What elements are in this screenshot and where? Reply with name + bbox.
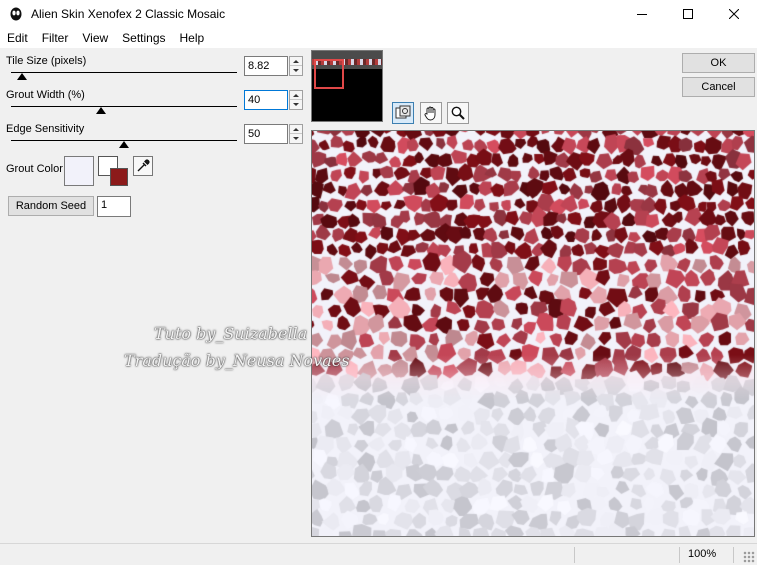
navigator-viewport-rect[interactable] — [314, 59, 344, 89]
cancel-button[interactable]: Cancel — [682, 77, 755, 97]
zoom-tool-button[interactable] — [447, 102, 469, 124]
ok-button[interactable]: OK — [682, 53, 755, 73]
random-seed-input[interactable]: 1 — [97, 196, 131, 217]
title-bar: Alien Skin Xenofex 2 Classic Mosaic — [0, 0, 757, 28]
magnifier-icon — [451, 106, 465, 120]
tile-size-spinner[interactable] — [289, 56, 303, 76]
random-seed-button[interactable]: Random Seed — [8, 196, 94, 216]
tile-size-label: Tile Size (pixels) — [6, 55, 87, 67]
tile-size-slider-track[interactable] — [11, 72, 237, 73]
menu-settings[interactable]: Settings — [115, 28, 172, 48]
edge-sensitivity-spinner[interactable] — [289, 124, 303, 144]
grout-width-slider-track[interactable] — [11, 106, 237, 107]
window-title: Alien Skin Xenofex 2 Classic Mosaic — [31, 7, 226, 21]
edge-sensitivity-label: Edge Sensitivity — [6, 123, 85, 135]
background-color-swatch[interactable] — [110, 168, 128, 186]
grout-width-input[interactable]: 40 — [244, 90, 288, 110]
watermark-credit-line: Tuto by_Suizabella — [154, 324, 308, 343]
status-bar: 100% — [0, 543, 757, 565]
minimize-button[interactable] — [619, 0, 665, 28]
grout-color-label: Grout Color — [6, 163, 63, 175]
eyedropper-icon — [137, 159, 150, 172]
color-pair[interactable] — [98, 156, 130, 188]
alien-skin-app-icon — [10, 7, 22, 21]
grout-width-slider-thumb[interactable] — [96, 107, 107, 114]
preview-toggle-icon — [395, 105, 411, 119]
dialog-content: Tile Size (pixels) 8.82 Grout Width (%) … — [0, 48, 757, 543]
zoom-level: 100% — [688, 548, 717, 560]
status-separator — [733, 547, 734, 563]
mosaic-preview-canvas — [312, 131, 754, 536]
menu-view[interactable]: View — [75, 28, 115, 48]
preview-navigator[interactable] — [311, 50, 383, 122]
spin-down-icon[interactable] — [290, 66, 302, 75]
mosaic-preview[interactable] — [311, 130, 755, 537]
hand-tool-button[interactable] — [420, 102, 442, 124]
status-separator — [574, 547, 575, 563]
menu-help[interactable]: Help — [173, 28, 212, 48]
spin-up-icon[interactable] — [290, 57, 302, 66]
maximize-icon — [683, 9, 693, 19]
edge-sensitivity-input[interactable]: 50 — [244, 124, 288, 144]
tile-size-slider-thumb[interactable] — [17, 73, 28, 80]
edge-sensitivity-slider-thumb[interactable] — [119, 141, 129, 148]
spin-down-icon[interactable] — [290, 100, 302, 109]
grout-width-spinner[interactable] — [289, 90, 303, 110]
resize-grip-icon[interactable] — [743, 551, 755, 563]
close-icon — [729, 9, 739, 19]
grout-width-label: Grout Width (%) — [6, 89, 85, 101]
minimize-icon — [637, 14, 647, 15]
spin-up-icon[interactable] — [290, 125, 302, 134]
menu-filter[interactable]: Filter — [35, 28, 76, 48]
status-separator — [679, 547, 680, 563]
eyedropper-button[interactable] — [133, 156, 153, 176]
spin-up-icon[interactable] — [290, 91, 302, 100]
maximize-button[interactable] — [665, 0, 711, 28]
close-button[interactable] — [711, 0, 757, 28]
spin-down-icon[interactable] — [290, 134, 302, 143]
menu-edit[interactable]: Edit — [0, 28, 35, 48]
hand-icon — [424, 106, 436, 121]
tile-size-input[interactable]: 8.82 — [244, 56, 288, 76]
menu-bar: Edit Filter View Settings Help — [0, 28, 757, 48]
watermark-translation-line: Tradução by_Neusa Novaes — [124, 351, 350, 370]
grout-color-swatch[interactable] — [64, 156, 94, 186]
preview-toggle-button[interactable] — [392, 102, 414, 124]
